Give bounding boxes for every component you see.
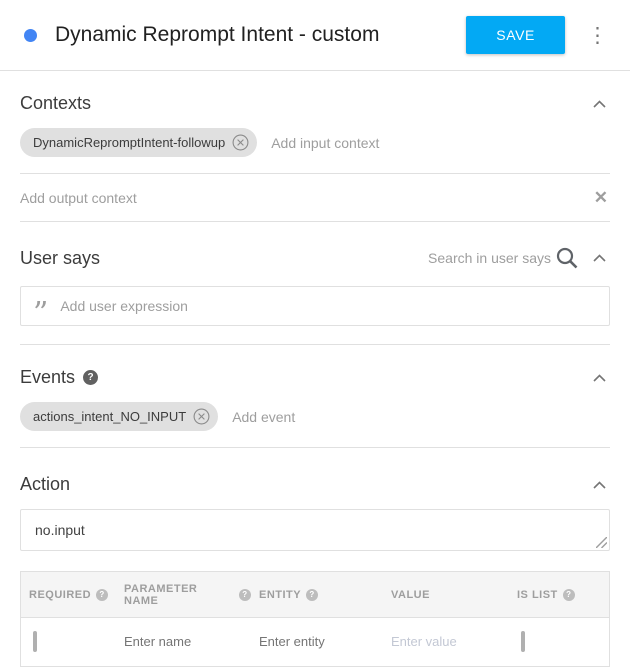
entity-help-icon[interactable]: ? (306, 589, 318, 601)
user-says-section: User says ” (20, 222, 610, 345)
add-input-context-field[interactable] (271, 135, 610, 151)
remove-input-context-icon[interactable] (232, 134, 249, 151)
user-says-title: User says (20, 248, 100, 269)
action-name-field[interactable]: no.input (20, 509, 610, 551)
contexts-title: Contexts (20, 93, 91, 114)
contexts-section: Contexts DynamicRepromptIntent-followup … (0, 71, 630, 222)
parameter-name-help-icon[interactable]: ? (239, 589, 251, 601)
parameters-table: REQUIRED ? PARAMETER NAME ? ENTITY ? VAL… (20, 571, 610, 667)
is-list-help-icon[interactable]: ? (563, 589, 575, 601)
input-contexts-row: DynamicRepromptIntent-followup (20, 114, 610, 174)
parameter-row (21, 618, 609, 666)
header-is-list: IS LIST ? (509, 589, 609, 601)
intent-dot-icon (24, 29, 37, 42)
page-title: Dynamic Reprompt Intent - custom (55, 23, 466, 47)
events-row: actions_intent_NO_INPUT (20, 388, 610, 448)
user-says-collapse-chevron-up-icon[interactable] (589, 250, 610, 266)
required-checkbox[interactable] (33, 631, 37, 652)
parameters-header-row: REQUIRED ? PARAMETER NAME ? ENTITY ? VAL… (21, 572, 609, 618)
kebab-menu-icon[interactable]: ⋮ (581, 21, 614, 50)
action-section: Action no.input (0, 448, 630, 551)
input-context-chip-label: DynamicRepromptIntent-followup (33, 135, 225, 150)
header-parameter-name: PARAMETER NAME ? (116, 583, 251, 607)
input-context-chip[interactable]: DynamicRepromptIntent-followup (20, 128, 257, 157)
header-entity: ENTITY ? (251, 589, 383, 601)
is-list-checkbox[interactable] (521, 631, 525, 652)
parameter-name-field[interactable] (124, 634, 245, 649)
action-collapse-chevron-up-icon[interactable] (589, 477, 610, 493)
remove-event-icon[interactable] (193, 408, 210, 425)
events-collapse-chevron-up-icon[interactable] (589, 370, 610, 386)
resize-handle-icon[interactable] (596, 537, 607, 548)
value-field[interactable] (391, 634, 503, 649)
event-chip-label: actions_intent_NO_INPUT (33, 409, 186, 424)
contexts-collapse-chevron-up-icon[interactable] (589, 96, 610, 112)
add-output-context-field[interactable] (20, 190, 592, 206)
add-user-expression-field[interactable] (60, 298, 597, 314)
output-contexts-row: ✕ (20, 174, 610, 222)
search-input[interactable] (401, 250, 551, 266)
user-says-search (401, 246, 579, 270)
events-section: Events ? actions_intent_NO_INPUT (0, 345, 630, 448)
action-title: Action (20, 474, 70, 495)
events-help-icon[interactable]: ? (83, 370, 98, 385)
events-title: Events (20, 367, 75, 388)
required-help-icon[interactable]: ? (96, 589, 108, 601)
search-icon[interactable] (555, 246, 579, 270)
clear-contexts-icon[interactable]: ✕ (592, 189, 610, 206)
user-expression-box: ” (20, 286, 610, 326)
event-chip[interactable]: actions_intent_NO_INPUT (20, 402, 218, 431)
intent-header: Dynamic Reprompt Intent - custom SAVE ⋮ (0, 0, 630, 71)
entity-field[interactable] (259, 634, 377, 649)
add-event-field[interactable] (232, 409, 610, 425)
action-name-value: no.input (35, 522, 85, 538)
save-button[interactable]: SAVE (466, 16, 565, 54)
header-required: REQUIRED ? (21, 589, 116, 601)
header-value: VALUE (383, 589, 509, 601)
